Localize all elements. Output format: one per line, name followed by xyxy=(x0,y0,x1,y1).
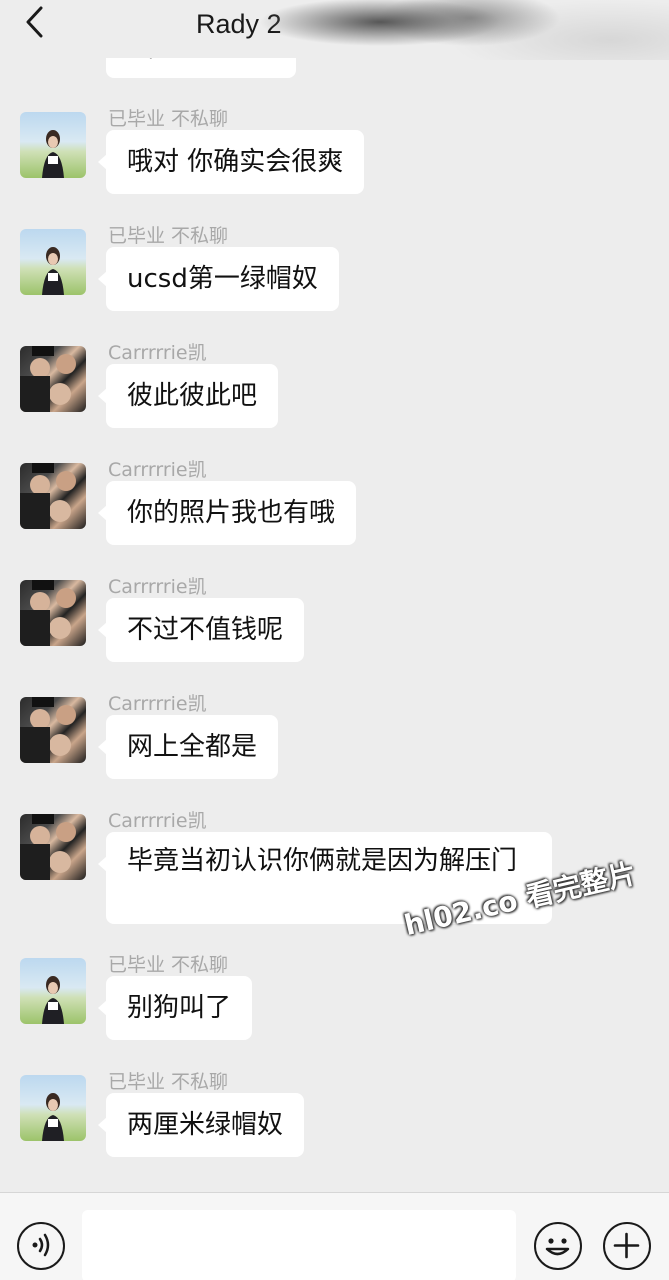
title-redaction xyxy=(250,0,669,60)
message-bubble[interactable]: 彼此彼此吧 xyxy=(97,364,279,428)
sender-name: 已毕业 不私聊 xyxy=(108,1071,229,1093)
message-bubble[interactable]: 网上全都是 xyxy=(97,715,279,779)
back-button[interactable] xyxy=(20,6,50,42)
emoji-button[interactable] xyxy=(534,1222,582,1270)
sender-name: Carrrrrie凯 xyxy=(108,810,207,832)
message-bubble[interactable]: 两厘米绿帽奴 xyxy=(97,1093,305,1157)
avatar[interactable] xyxy=(20,580,86,646)
message-bubble[interactable]: 不过不值钱呢 xyxy=(97,598,305,662)
sender-name: Carrrrrie凯 xyxy=(108,576,207,598)
sender-name: Carrrrrie凯 xyxy=(108,693,207,715)
avatar[interactable] xyxy=(20,112,86,178)
message-bubble[interactable]: 你的照片我也有哦 xyxy=(97,481,357,545)
more-button[interactable] xyxy=(603,1222,651,1270)
sender-name: 已毕业 不私聊 xyxy=(108,108,229,130)
sender-name: Carrrrrie凯 xyxy=(108,459,207,481)
avatar[interactable] xyxy=(20,463,86,529)
sender-name: 已毕业 不私聊 xyxy=(108,954,229,976)
avatar[interactable] xyxy=(20,1075,86,1141)
message-input[interactable] xyxy=(82,1210,516,1280)
message-bubble[interactable]: ucsd第一绿帽奴 xyxy=(98,247,339,311)
message-list[interactable]: 哦~ 已毕业 不私聊 哦对 你确实会很爽 已毕业 不私聊 ucsd第一绿帽奴 C… xyxy=(0,0,669,1192)
avatar[interactable] xyxy=(20,346,86,412)
avatar[interactable] xyxy=(20,958,86,1024)
avatar[interactable] xyxy=(20,697,86,763)
sender-name: 已毕业 不私聊 xyxy=(108,225,229,247)
avatar[interactable] xyxy=(20,229,86,295)
sender-name: Carrrrrie凯 xyxy=(108,342,207,364)
chat-header: Rady 2 xyxy=(0,0,669,60)
voice-button[interactable] xyxy=(17,1222,65,1270)
message-bubble[interactable]: 哦对 你确实会很爽 xyxy=(97,130,365,194)
avatar[interactable] xyxy=(20,814,86,880)
chevron-left-icon xyxy=(25,6,45,42)
message-bubble[interactable]: 别狗叫了 xyxy=(97,976,253,1040)
